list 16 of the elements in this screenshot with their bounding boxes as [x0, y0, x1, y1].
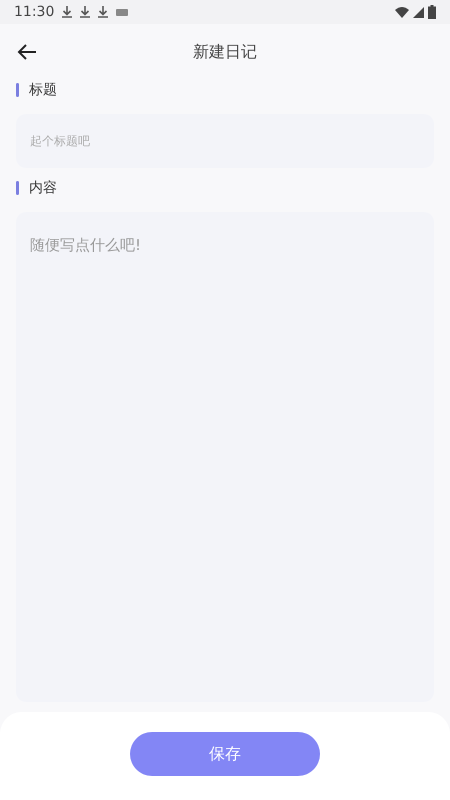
- section-label: 标题: [29, 81, 57, 99]
- label-marker: [16, 83, 19, 97]
- section-label: 内容: [29, 179, 57, 197]
- download-icon: [80, 6, 90, 18]
- save-button[interactable]: 保存: [130, 732, 320, 776]
- download-icon: [62, 6, 72, 18]
- page-title: 新建日记: [193, 42, 257, 62]
- keyboard-icon: [116, 8, 128, 16]
- wifi-icon: [395, 6, 409, 18]
- title-field[interactable]: 起个标题吧: [16, 114, 434, 168]
- content-field[interactable]: 随便写点什么吧!: [16, 212, 434, 702]
- status-time: 11:30: [14, 4, 54, 20]
- label-marker: [16, 181, 19, 195]
- download-icon: [98, 6, 108, 18]
- signal-icon: [413, 6, 424, 18]
- battery-icon: [428, 5, 436, 19]
